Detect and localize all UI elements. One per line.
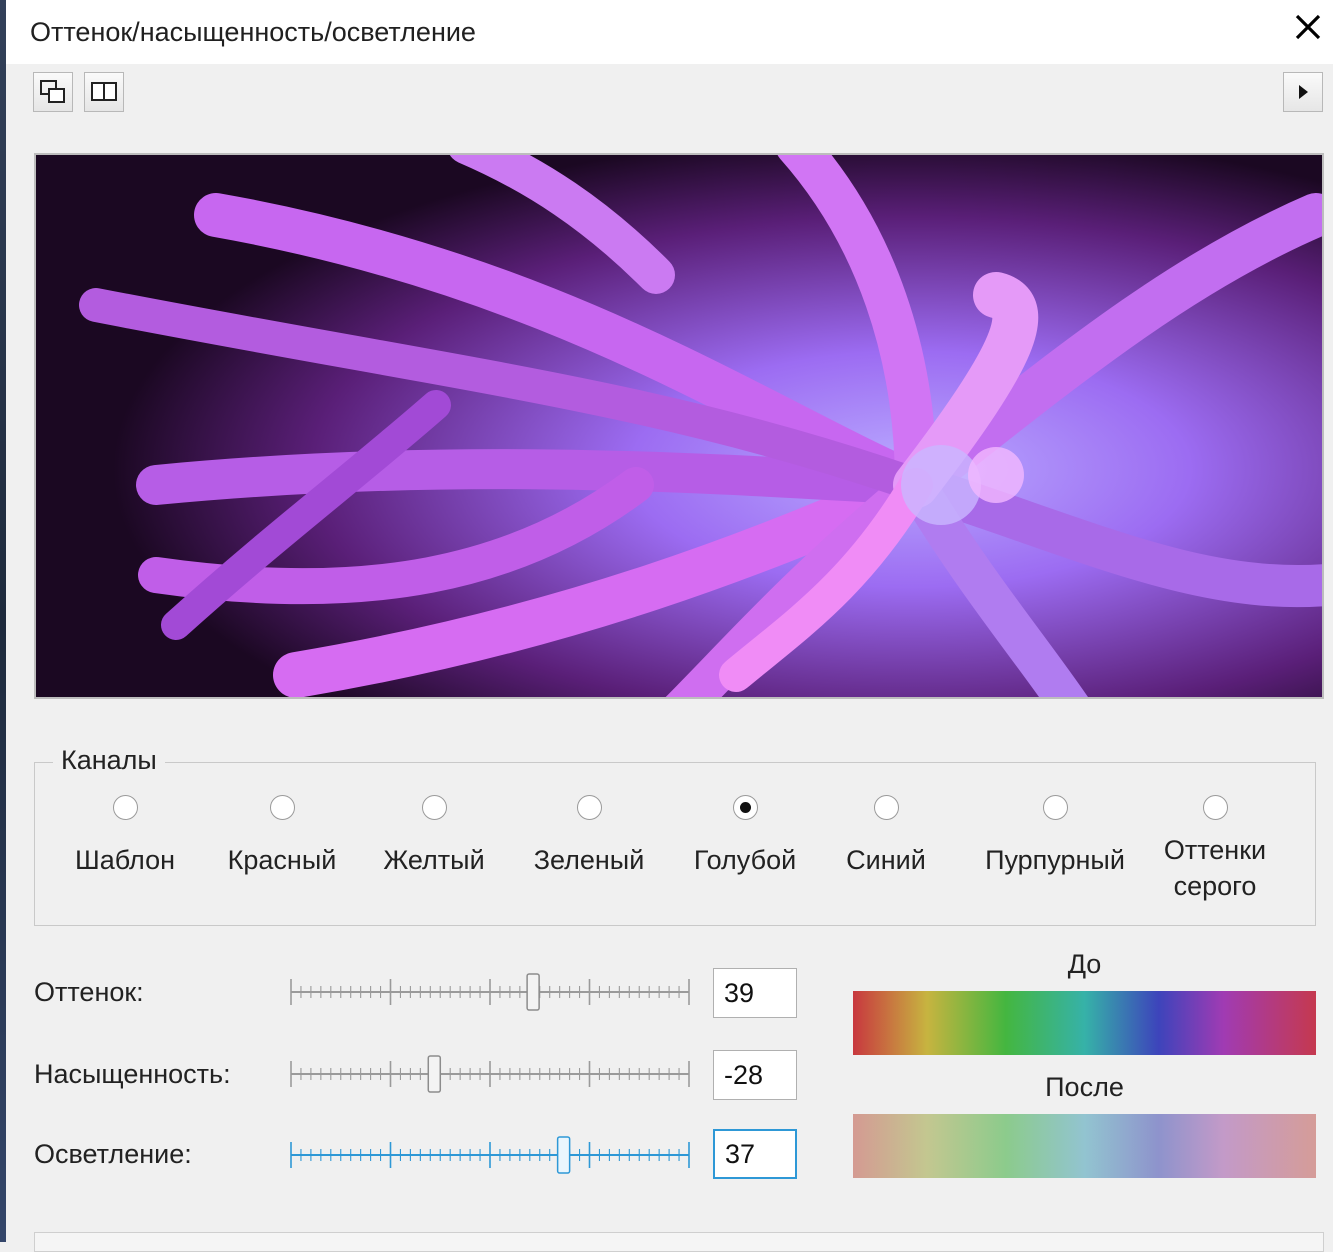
before-color-bar: [853, 991, 1316, 1055]
slider-thumb[interactable]: [427, 1055, 442, 1093]
channel-label-line2: серого: [1173, 871, 1257, 901]
hue-slider[interactable]: [288, 970, 694, 1014]
lightness-slider[interactable]: [288, 1133, 694, 1177]
channel-label-line1: Оттенки: [1163, 835, 1267, 865]
channel-label: Шаблон: [75, 845, 175, 875]
slider-thumb[interactable]: [556, 1136, 571, 1174]
after-color-bar: [853, 1114, 1316, 1178]
image-preview: [34, 153, 1324, 699]
channel-option-red[interactable]: Красный: [197, 795, 367, 878]
channel-label: Красный: [227, 845, 337, 875]
lightness-input[interactable]: [713, 1129, 797, 1179]
channel-option-green[interactable]: Зеленый: [504, 795, 674, 878]
hue-input[interactable]: [713, 968, 797, 1018]
channel-label: Зеленый: [533, 845, 645, 875]
radio-button[interactable]: [873, 795, 899, 820]
sea-anemone-image: [36, 155, 1322, 697]
radio-button[interactable]: [269, 795, 295, 820]
channel-option-magenta[interactable]: Пурпурный: [970, 795, 1140, 878]
saturation-input[interactable]: [713, 1050, 797, 1100]
radio-button[interactable]: [112, 795, 138, 820]
radio-button[interactable]: [1042, 795, 1068, 820]
expand-button[interactable]: [1283, 72, 1323, 112]
channel-option-blue[interactable]: Синий: [801, 795, 971, 878]
channel-label: Синий: [846, 845, 926, 875]
side-by-side-button[interactable]: [84, 72, 124, 112]
channel-label: Пурпурный: [985, 845, 1125, 875]
background-window-edge: [0, 0, 6, 1242]
preview-mode-button[interactable]: [33, 72, 73, 112]
side-by-side-icon: [91, 82, 117, 101]
title-bar: Оттенок/насыщенность/осветление: [6, 0, 1333, 64]
radio-button[interactable]: [576, 795, 602, 820]
before-label: До: [1067, 949, 1102, 979]
close-button[interactable]: [1283, 4, 1333, 52]
channel-label: Оттенки серого: [1130, 832, 1300, 904]
preview-split-icon: [40, 80, 65, 103]
radio-button[interactable]: [421, 795, 447, 820]
channel-option-grayscale[interactable]: Оттенки серого: [1130, 795, 1300, 904]
channel-option-master[interactable]: Шаблон: [40, 795, 210, 878]
after-label: После: [1045, 1072, 1124, 1102]
radio-button-selected[interactable]: [732, 795, 758, 820]
channels-group: Каналы Шаблон Красный Желтый Зеленый Гол…: [34, 745, 1316, 926]
lightness-label: Осветление:: [34, 1139, 192, 1169]
saturation-label: Насыщенность:: [34, 1059, 231, 1089]
dialog-title: Оттенок/насыщенность/осветление: [30, 17, 476, 47]
channel-label: Желтый: [383, 845, 485, 875]
channels-legend: Каналы: [53, 745, 165, 776]
slider-thumb[interactable]: [526, 973, 540, 1011]
hue-label: Оттенок:: [34, 977, 144, 1007]
close-icon: [1295, 14, 1321, 40]
channel-option-yellow[interactable]: Желтый: [349, 795, 519, 878]
play-triangle-icon: [1299, 85, 1308, 99]
saturation-slider[interactable]: [288, 1052, 694, 1096]
radio-button[interactable]: [1202, 795, 1228, 820]
bottom-panel: [34, 1232, 1324, 1252]
